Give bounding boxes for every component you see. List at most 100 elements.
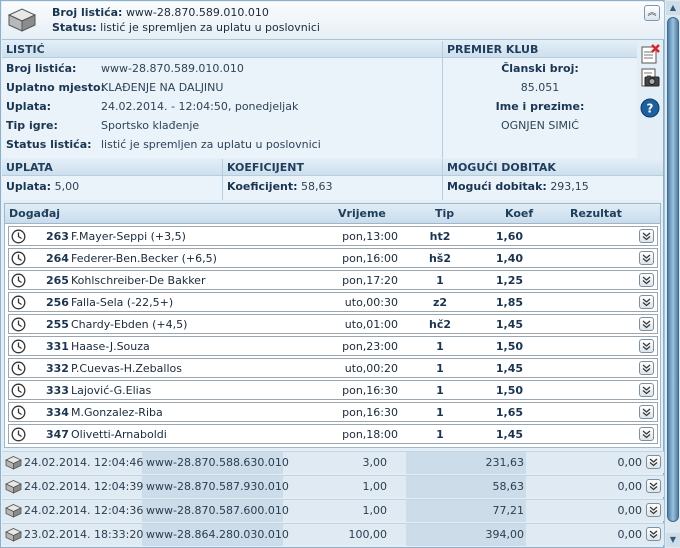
clock-icon	[11, 273, 26, 288]
expand-icon[interactable]	[639, 317, 654, 331]
history-stake: 100,00	[348, 528, 388, 541]
history-win: 394,00	[485, 528, 525, 541]
history-row[interactable]: 23.02.2014. 18:33:20 www-28.864.280.030.0…	[2, 523, 664, 546]
expand-icon[interactable]	[639, 339, 654, 353]
event-odds: 1,25	[495, 274, 523, 287]
history-stake: 3,00	[362, 456, 388, 469]
camera-icon[interactable]	[640, 68, 660, 88]
expand-icon[interactable]	[646, 503, 661, 517]
event-row[interactable]: 331 Haase-J.Souza pon,23:00 1 1,50	[8, 336, 658, 356]
ticket-box-icon	[5, 528, 22, 542]
history-row[interactable]: 24.02.2014. 12:04:39 www-28.870.587.930.0…	[2, 475, 664, 498]
history-ticket-number[interactable]: www-28.870.587.600.010	[146, 504, 289, 517]
field-payment: Uplata: 24.02.2014. - 12:04:50, ponedjelj…	[6, 100, 299, 113]
col-time: Vrijeme	[338, 207, 386, 220]
history-row[interactable]: 24.02.2014. 12:04:36 www-28.870.587.600.0…	[2, 499, 664, 522]
expand-icon[interactable]	[639, 383, 654, 397]
col-tip: Tip	[435, 207, 455, 220]
expand-icon[interactable]	[639, 405, 654, 419]
event-row[interactable]: 333 Lajović-G.Elias pon,16:30 1 1,50	[8, 380, 658, 400]
expand-icon[interactable]	[646, 455, 661, 469]
history-stake: 1,00	[362, 504, 388, 517]
odds-value: Koeficijent: 58,63	[227, 180, 333, 193]
event-tip: hč2	[428, 318, 451, 331]
member-name-label: Ime i prezime:	[495, 100, 585, 113]
delete-ticket-icon[interactable]	[640, 44, 660, 64]
col-koef: Koef	[505, 207, 534, 220]
event-odds: 1,45	[495, 428, 523, 441]
ticket-header: Broj listića: www-28.870.589.010.010 Sta…	[2, 2, 664, 40]
event-odds: 1,65	[495, 406, 523, 419]
history-ticket-number[interactable]: www-28.870.588.630.010	[146, 456, 289, 469]
event-row[interactable]: 263 F.Mayer-Seppi (+3,5) pon,13:00 ht2 1,60	[8, 226, 658, 246]
field-ticket-status: Status listića: listić je spremljen za up…	[6, 138, 321, 151]
history-date: 23.02.2014. 18:33:20	[24, 528, 144, 541]
event-number: 256	[46, 296, 69, 309]
event-number: 255	[46, 318, 69, 331]
event-time: pon,16:00	[342, 252, 398, 265]
expand-icon[interactable]	[639, 273, 654, 287]
vertical-scrollbar[interactable]: ▲ ▼	[664, 0, 680, 548]
event-name: Haase-J.Souza	[71, 340, 150, 353]
event-tip: 1	[436, 340, 444, 353]
expand-icon[interactable]	[639, 295, 654, 309]
event-row[interactable]: 265 Kohlschreiber-De Bakker pon,17:20 1 1,25	[8, 270, 658, 290]
event-time: pon,13:00	[342, 230, 398, 243]
history-paid: 0,00	[617, 456, 643, 469]
clock-icon	[11, 427, 26, 442]
event-name: Kohlschreiber-De Bakker	[71, 274, 206, 287]
clock-icon	[11, 383, 26, 398]
history-ticket-number[interactable]: www-28.870.587.930.010	[146, 480, 289, 493]
member-name-value: OGNJEN SIMIĆ	[501, 119, 579, 132]
clock-icon	[11, 317, 26, 332]
event-time: pon,17:20	[342, 274, 398, 287]
event-number: 263	[46, 230, 69, 243]
event-name: Falla-Sela (-22,5+)	[71, 296, 174, 309]
help-icon[interactable]: ?	[640, 98, 660, 118]
event-number: 333	[46, 384, 69, 397]
event-time: uto,00:30	[344, 296, 398, 309]
stake-title: UPLATA	[2, 159, 222, 176]
event-odds: 1,45	[495, 318, 523, 331]
chevron-up-icon[interactable]: ︽	[644, 5, 660, 21]
event-odds: 1,85	[495, 296, 523, 309]
member-number-label: Članski broj:	[501, 62, 579, 75]
event-row[interactable]: 255 Chardy-Ebden (+4,5) uto,01:00 hč2 1,45	[8, 314, 658, 334]
odds-section: KOEFICIJENT Koeficijent: 58,63	[223, 159, 443, 200]
possible-win-section: MOGUĆI DOBITAK Mogući dobitak: 293,15	[443, 159, 663, 200]
expand-icon[interactable]	[639, 427, 654, 441]
event-time: pon,16:30	[342, 406, 398, 419]
history-row[interactable]: 24.02.2014. 12:04:46 www-28.870.588.630.0…	[2, 451, 664, 474]
scroll-down-icon[interactable]: ▼	[666, 533, 680, 547]
history-win: 231,63	[485, 456, 525, 469]
expand-icon[interactable]	[639, 229, 654, 243]
event-number: 265	[46, 274, 69, 287]
event-tip: 1	[436, 362, 444, 375]
event-time: pon,23:00	[342, 340, 398, 353]
event-row[interactable]: 332 P.Cuevas-H.Zeballos uto,00:20 1 1,45	[8, 358, 658, 378]
event-row[interactable]: 264 Federer-Ben.Becker (+6,5) pon,16:00 hš2…	[8, 248, 658, 268]
event-tip: 1	[436, 384, 444, 397]
ticket-box-icon	[7, 8, 37, 32]
event-tip: ht2	[429, 230, 451, 243]
history-ticket-number[interactable]: www-28.864.280.030.010	[146, 528, 289, 541]
event-name: Chardy-Ebden (+4,5)	[71, 318, 188, 331]
expand-icon[interactable]	[646, 479, 661, 493]
event-odds: 1,50	[495, 340, 523, 353]
expand-icon[interactable]	[639, 251, 654, 265]
scroll-up-icon[interactable]: ▲	[666, 1, 680, 15]
event-time: uto,00:20	[344, 362, 398, 375]
clock-icon	[11, 229, 26, 244]
ticket-details-panel: Broj listića: www-28.870.589.010.010 Sta…	[0, 0, 664, 548]
expand-icon[interactable]	[646, 527, 661, 541]
svg-text:?: ?	[647, 102, 654, 116]
event-row[interactable]: 256 Falla-Sela (-22,5+) uto,00:30 z2 1,85	[8, 292, 658, 312]
possible-win-value: Mogući dobitak: 293,15	[447, 180, 589, 193]
event-row[interactable]: 347 Olivetti-Arnaboldi pon,18:00 1 1,45	[8, 424, 658, 444]
possible-win-title: MOGUĆI DOBITAK	[443, 159, 663, 176]
scrollbar-thumb[interactable]	[667, 17, 679, 522]
event-row[interactable]: 334 M.Gonzalez-Riba pon,16:30 1 1,65	[8, 402, 658, 422]
clock-icon	[11, 295, 26, 310]
expand-icon[interactable]	[639, 361, 654, 375]
stake-section: UPLATA Uplata: 5,00	[2, 159, 223, 200]
